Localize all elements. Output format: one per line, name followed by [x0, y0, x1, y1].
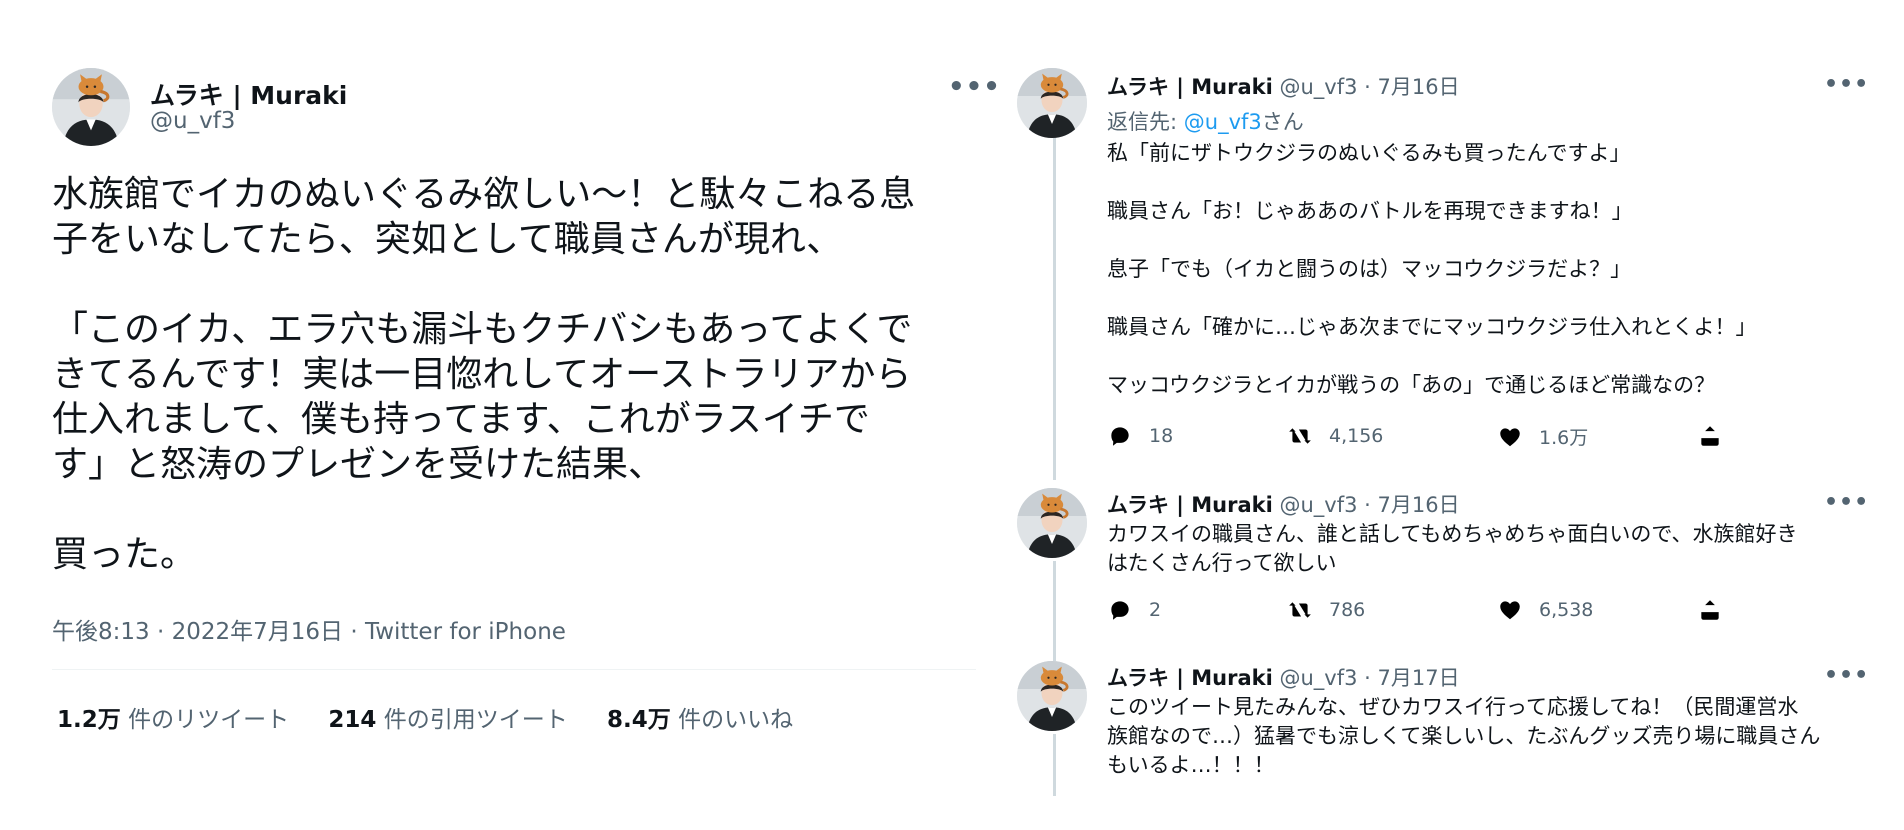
quotes-stat[interactable]: 214 件の引用ツイート	[328, 707, 567, 733]
reply-text-line: 息子「でも（イカと闘うのは）マッコウクジラだよ？」	[1107, 257, 1632, 281]
retweets-stat[interactable]: 1.2万 件のリツイート	[57, 707, 289, 733]
reply-handle-date[interactable]: @u_vf3 · 7月16日	[1279, 75, 1459, 99]
like-button[interactable]: 6,538	[1497, 597, 1593, 623]
divider	[52, 669, 976, 670]
tweet-text-line: 水族館でイカのぬいぐるみ欲しい〜！と駄々こねる息 子をいなしてたら、突如として職員…	[52, 174, 916, 260]
reply-icon	[1107, 597, 1133, 623]
more-icon[interactable]: •••	[1824, 74, 1869, 96]
author-handle[interactable]: @u_vf3	[150, 108, 235, 134]
reply-text: 私「前にザトウクジラのぬいぐるみも買ったんですよ」 職員さん「お！じゃああのバト…	[1107, 139, 1867, 400]
more-icon[interactable]: •••	[948, 74, 1001, 100]
avatar-image	[1017, 488, 1087, 558]
retweet-icon	[1287, 423, 1313, 449]
thread-line	[1053, 138, 1056, 480]
retweet-button[interactable]: 4,156	[1287, 423, 1383, 449]
tweet-text-line: 買った。	[52, 534, 197, 575]
avatar-image	[1017, 68, 1087, 138]
reply-handle-date[interactable]: @u_vf3 · 7月17日	[1279, 666, 1459, 690]
retweet-icon	[1287, 597, 1313, 623]
reply-text-line: 職員さん「確かに…じゃあ次までにマッコウクジラ仕入れとくよ！」	[1107, 315, 1757, 339]
share-button[interactable]	[1697, 423, 1723, 449]
likes-stat[interactable]: 8.4万 件のいいね	[607, 707, 793, 733]
share-icon	[1697, 597, 1723, 623]
thread-line	[1053, 734, 1056, 796]
reply-actions: 2 786 6,538	[1107, 597, 1727, 627]
reply-actions: 18 4,156 1.6万	[1107, 423, 1727, 453]
reply-text-line: 私「前にザトウクジラのぬいぐるみも買ったんですよ」	[1107, 141, 1631, 165]
avatar[interactable]	[1017, 661, 1087, 731]
reply-text: カワスイの職員さん、誰と話してもめちゃめちゃ面白いので、水族館好き はたくさん行っ…	[1107, 520, 1867, 578]
reply-text: このツイート見たみんな、ぜひカワスイ行って応援してね！（民間運営水 族館なので…）…	[1107, 693, 1867, 780]
reply-header: ムラキ | Muraki @u_vf3 · 7月16日	[1107, 489, 1460, 519]
reply-header: ムラキ | Muraki @u_vf3 · 7月16日	[1107, 71, 1460, 101]
avatar[interactable]	[52, 68, 130, 146]
thread-line	[1053, 561, 1056, 661]
author-name[interactable]: ムラキ | Muraki	[150, 76, 347, 112]
avatar-image	[1017, 661, 1087, 731]
heart-icon	[1497, 424, 1523, 450]
avatar[interactable]	[1017, 488, 1087, 558]
reply-header: ムラキ | Muraki @u_vf3 · 7月17日	[1107, 662, 1460, 692]
reply-author-name[interactable]: ムラキ | Muraki	[1107, 75, 1273, 99]
share-icon	[1697, 423, 1723, 449]
tweet-timestamp[interactable]: 午後8:13 · 2022年7月16日 · Twitter for iPhone	[52, 612, 566, 646]
reply-author-name[interactable]: ムラキ | Muraki	[1107, 493, 1273, 517]
heart-icon	[1497, 597, 1523, 623]
avatar-image	[52, 68, 130, 146]
tweet-text: 水族館でイカのぬいぐるみ欲しい〜！と駄々こねる息 子をいなしてたら、突如として職員…	[52, 172, 1002, 622]
reply-text-line: マッコウクジラとイカが戦うの「あの」で通じるほど常識なの？	[1107, 373, 1716, 397]
reply-to-handle[interactable]: @u_vf3	[1184, 110, 1262, 134]
reply-button[interactable]: 2	[1107, 597, 1161, 623]
tweet-text-line: 「このイカ、エラ穴も漏斗もクチバシもあってよくで きてるんです！実は一目惚れしてオ…	[52, 309, 913, 485]
more-icon[interactable]: •••	[1824, 492, 1869, 514]
more-icon[interactable]: •••	[1824, 665, 1869, 687]
avatar[interactable]	[1017, 68, 1087, 138]
like-button[interactable]: 1.6万	[1497, 423, 1588, 450]
reply-button[interactable]: 18	[1107, 423, 1173, 449]
retweet-button[interactable]: 786	[1287, 597, 1365, 623]
reply-to: 返信先: @u_vf3さん	[1107, 110, 1304, 134]
reply-text-line: このツイート見たみんな、ぜひカワスイ行って応援してね！（民間運営水 族館なので…）…	[1107, 695, 1821, 777]
reply-handle-date[interactable]: @u_vf3 · 7月16日	[1279, 493, 1459, 517]
reply-author-name[interactable]: ムラキ | Muraki	[1107, 666, 1273, 690]
reply-icon	[1107, 423, 1133, 449]
tweet-stats: 1.2万 件のリツイート 214 件の引用ツイート 8.4万 件のいいね	[57, 700, 825, 734]
share-button[interactable]	[1697, 597, 1723, 623]
reply-text-line: 職員さん「お！じゃああのバトルを再現できますね！」	[1107, 199, 1633, 223]
reply-text-line: カワスイの職員さん、誰と話してもめちゃめちゃ面白いので、水族館好き はたくさん行っ…	[1107, 522, 1798, 575]
